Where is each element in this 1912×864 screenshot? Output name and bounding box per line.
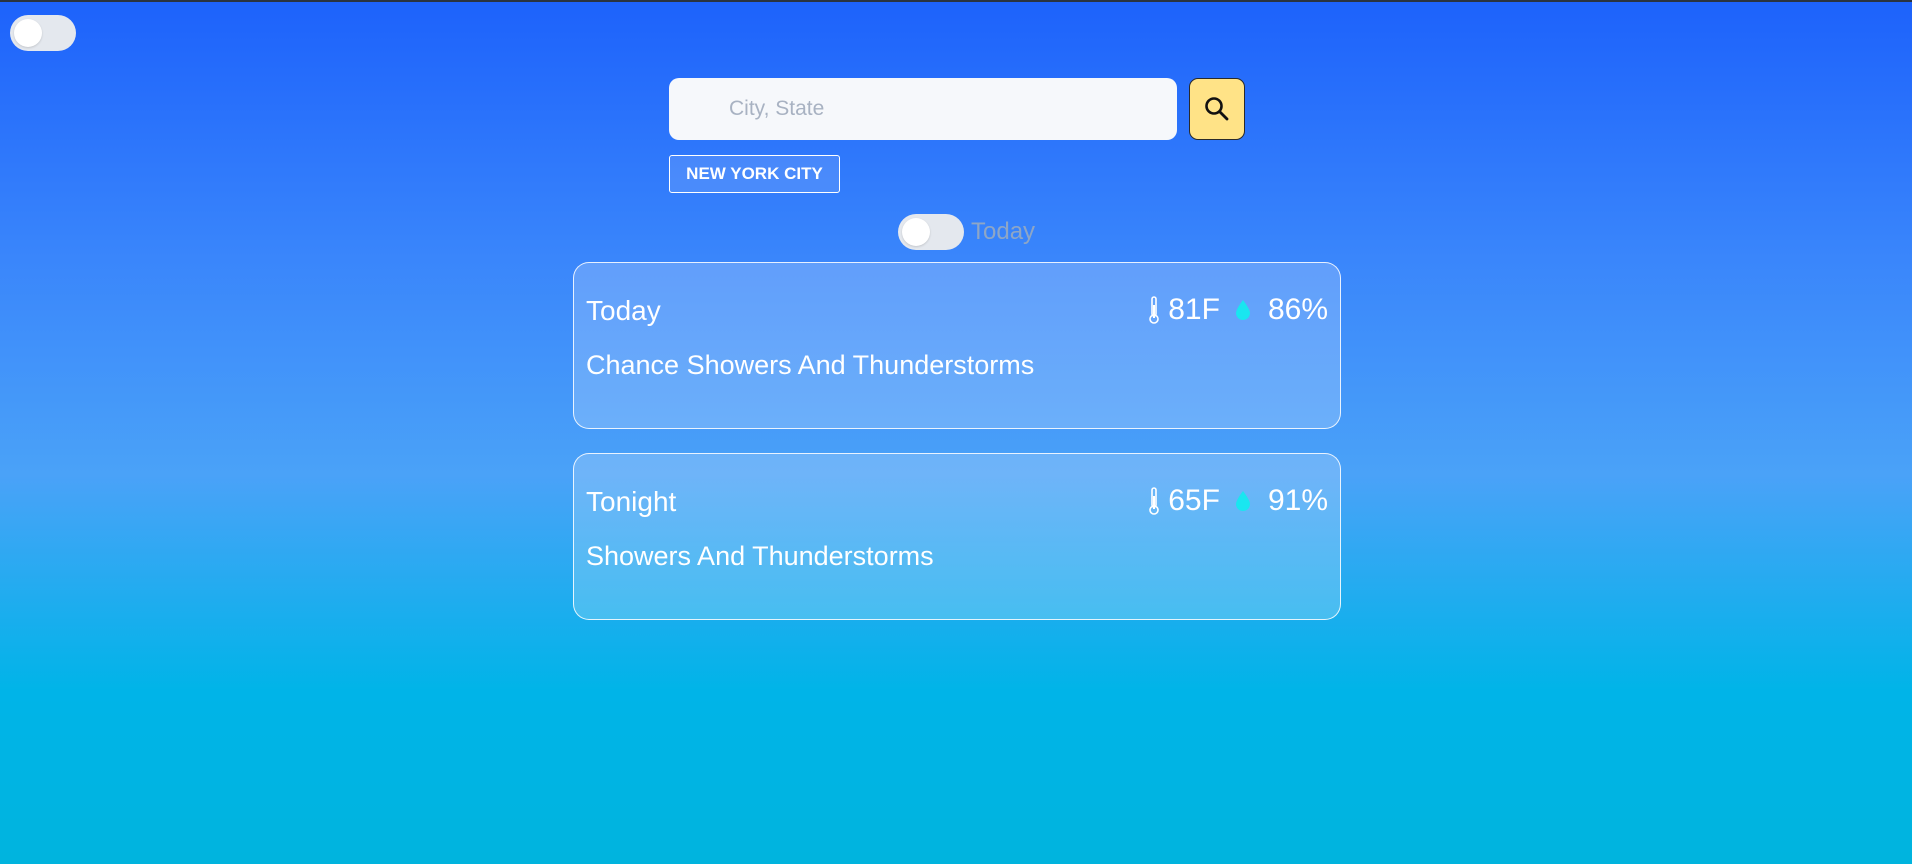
humidity-icon: [1235, 491, 1250, 511]
humidity-icon: [1235, 300, 1250, 320]
forecast-description: Showers And Thunderstorms: [586, 541, 934, 571]
forecast-description: Chance Showers And Thunderstorms: [586, 350, 1035, 380]
thermometer-icon: [1149, 487, 1160, 515]
forecast-period: Today: [586, 295, 661, 326]
toggle-knob: [14, 19, 42, 47]
forecast-period: Tonight: [586, 486, 677, 517]
toggle-knob: [902, 218, 930, 246]
forecast-card: Tonight 65F 91% Showers And Thunderstorm…: [573, 453, 1341, 620]
humidity-value: 91%: [1267, 484, 1328, 517]
dark-mode-toggle[interactable]: [10, 15, 76, 51]
forecast-stats: 65F 91%: [1146, 484, 1328, 518]
search-icon: [1205, 97, 1229, 121]
temperature-value: 81F: [1168, 293, 1220, 326]
forecast-stats: 81F 86%: [1146, 293, 1328, 327]
search-button[interactable]: [1189, 78, 1245, 140]
thermometer-icon: [1149, 296, 1160, 324]
temperature-value: 65F: [1168, 484, 1220, 517]
humidity-value: 86%: [1267, 293, 1328, 326]
forecast-card: Today 81F 86% Chance Showers And Thunder…: [573, 262, 1341, 429]
search-input[interactable]: [669, 78, 1177, 140]
period-toggle-label: Today: [971, 218, 1036, 245]
recent-city-button[interactable]: NEW YORK CITY: [669, 155, 840, 193]
period-toggle[interactable]: [898, 214, 964, 250]
